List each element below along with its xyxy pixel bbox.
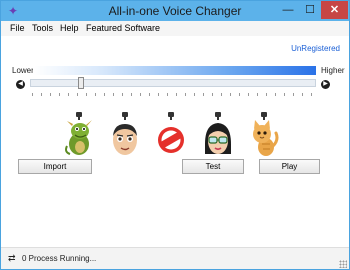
maximize-button[interactable]: ☐ xyxy=(299,1,321,19)
pitch-gradient-bar xyxy=(33,66,316,75)
voice-pin-icon xyxy=(261,112,267,120)
minimize-button[interactable]: — xyxy=(277,1,299,19)
menu-file[interactable]: File xyxy=(10,22,25,35)
app-window: ✦ All-in-one Voice Changer — ☐ ✕ File To… xyxy=(0,0,350,270)
import-button[interactable]: Import xyxy=(18,159,92,174)
voice-pin-icon xyxy=(168,112,174,120)
status-bar: ⇄ 0 Process Running... xyxy=(1,247,349,269)
menu-bar: File Tools Help Featured Software xyxy=(1,21,349,36)
test-button[interactable]: Test xyxy=(182,159,244,174)
pitch-lower-label: Lower xyxy=(12,66,34,75)
client-area: File Tools Help Featured Software UnRegi… xyxy=(1,21,349,269)
pitch-higher-label: Higher xyxy=(321,66,345,75)
woman-voice-icon xyxy=(205,123,231,154)
man-voice-icon xyxy=(113,124,137,155)
voice-none[interactable] xyxy=(155,112,187,158)
resize-grip[interactable] xyxy=(339,260,347,268)
status-text: 0 Process Running... xyxy=(22,254,97,263)
pitch-decrease-button[interactable]: ◀ xyxy=(16,80,25,89)
pitch-slider-thumb[interactable] xyxy=(77,77,84,89)
voice-dragon[interactable] xyxy=(63,112,95,158)
pitch-slider-ticks xyxy=(32,93,314,96)
pitch-increase-button[interactable]: ▶ xyxy=(321,80,330,89)
no-voice-icon xyxy=(158,127,184,153)
voice-cat[interactable] xyxy=(248,112,280,158)
title-bar[interactable]: ✦ All-in-one Voice Changer — ☐ ✕ xyxy=(1,1,349,21)
dragon-voice-icon xyxy=(65,120,92,155)
pitch-slider-track[interactable] xyxy=(30,79,316,87)
menu-tools[interactable]: Tools xyxy=(32,22,53,35)
voice-pin-icon xyxy=(76,112,82,120)
voice-pin-icon xyxy=(215,112,221,120)
close-button[interactable]: ✕ xyxy=(321,1,348,19)
voice-man[interactable] xyxy=(109,112,141,158)
voice-woman[interactable] xyxy=(202,112,234,158)
cat-voice-icon xyxy=(253,120,279,156)
play-button[interactable]: Play xyxy=(259,159,320,174)
registration-link[interactable]: UnRegistered xyxy=(291,44,340,53)
menu-help[interactable]: Help xyxy=(60,22,79,35)
process-arrows-icon: ⇄ xyxy=(8,253,16,263)
voice-pin-icon xyxy=(122,112,128,120)
menu-featured-software[interactable]: Featured Software xyxy=(86,22,160,35)
